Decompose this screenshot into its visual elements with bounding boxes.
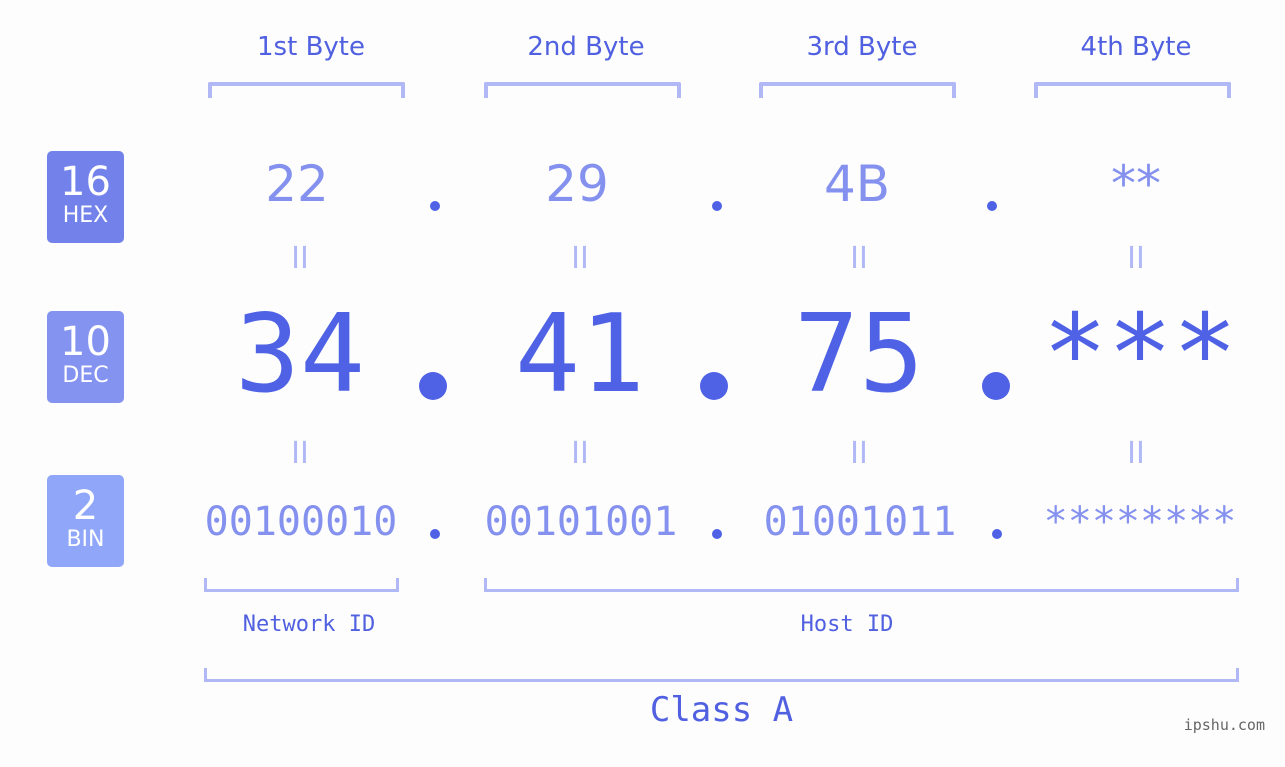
bin-badge: 2 BIN: [47, 475, 124, 567]
class-label: Class A: [649, 690, 794, 730]
byte-bracket-4: [1034, 82, 1231, 98]
watermark: ipshu.com: [1183, 716, 1265, 734]
equals-icon: II: [850, 436, 868, 471]
bin-byte-1: 00100010: [204, 499, 398, 545]
dec-separator-dot: [419, 372, 447, 400]
byte-bracket-3: [759, 82, 956, 98]
host-id-label: Host ID: [800, 612, 894, 637]
bin-byte-4: ********: [1043, 499, 1237, 545]
byte-header-4: 4th Byte: [1080, 32, 1192, 62]
class-bracket: [204, 668, 1239, 682]
equals-icon: II: [571, 241, 589, 276]
hex-byte-1: 22: [265, 155, 329, 213]
hex-separator-dot: [430, 201, 440, 211]
equals-icon: II: [1127, 436, 1145, 471]
bin-byte-2: 00101001: [484, 499, 678, 545]
dec-separator-dot: [982, 372, 1010, 400]
network-id-bracket: [204, 578, 399, 592]
hex-badge-label: HEX: [62, 203, 109, 228]
hex-byte-4: **: [1111, 155, 1161, 213]
equals-icon: II: [1127, 241, 1145, 276]
hex-badge: 16 HEX: [47, 151, 124, 243]
byte-header-1: 1st Byte: [257, 32, 365, 62]
host-id-bracket: [484, 578, 1239, 592]
bin-badge-number: 2: [72, 483, 99, 529]
equals-icon: II: [571, 436, 589, 471]
bin-separator-dot: [992, 529, 1002, 539]
hex-separator-dot: [987, 201, 997, 211]
hex-separator-dot: [712, 201, 722, 211]
equals-icon: II: [291, 241, 309, 276]
hex-byte-3: 4B: [823, 155, 891, 213]
byte-bracket-2: [484, 82, 681, 98]
dec-badge-label: DEC: [62, 363, 109, 388]
dec-badge-number: 10: [60, 319, 111, 365]
bin-byte-3: 01001011: [763, 499, 957, 545]
bin-separator-dot: [430, 529, 440, 539]
byte-header-3: 3rd Byte: [806, 32, 918, 62]
dec-byte-3: 75: [793, 292, 925, 417]
dec-separator-dot: [700, 372, 728, 400]
equals-icon: II: [850, 241, 868, 276]
hex-badge-number: 16: [60, 159, 111, 205]
dec-byte-4: ***: [1042, 292, 1238, 417]
byte-bracket-1: [208, 82, 405, 98]
dec-badge: 10 DEC: [47, 311, 124, 403]
network-id-label: Network ID: [242, 612, 376, 637]
bin-badge-label: BIN: [66, 527, 105, 552]
equals-icon: II: [291, 436, 309, 471]
bin-separator-dot: [712, 529, 722, 539]
dec-byte-1: 34: [234, 292, 366, 417]
hex-byte-2: 29: [545, 155, 609, 213]
byte-header-2: 2nd Byte: [527, 32, 645, 62]
dec-byte-2: 41: [514, 292, 646, 417]
